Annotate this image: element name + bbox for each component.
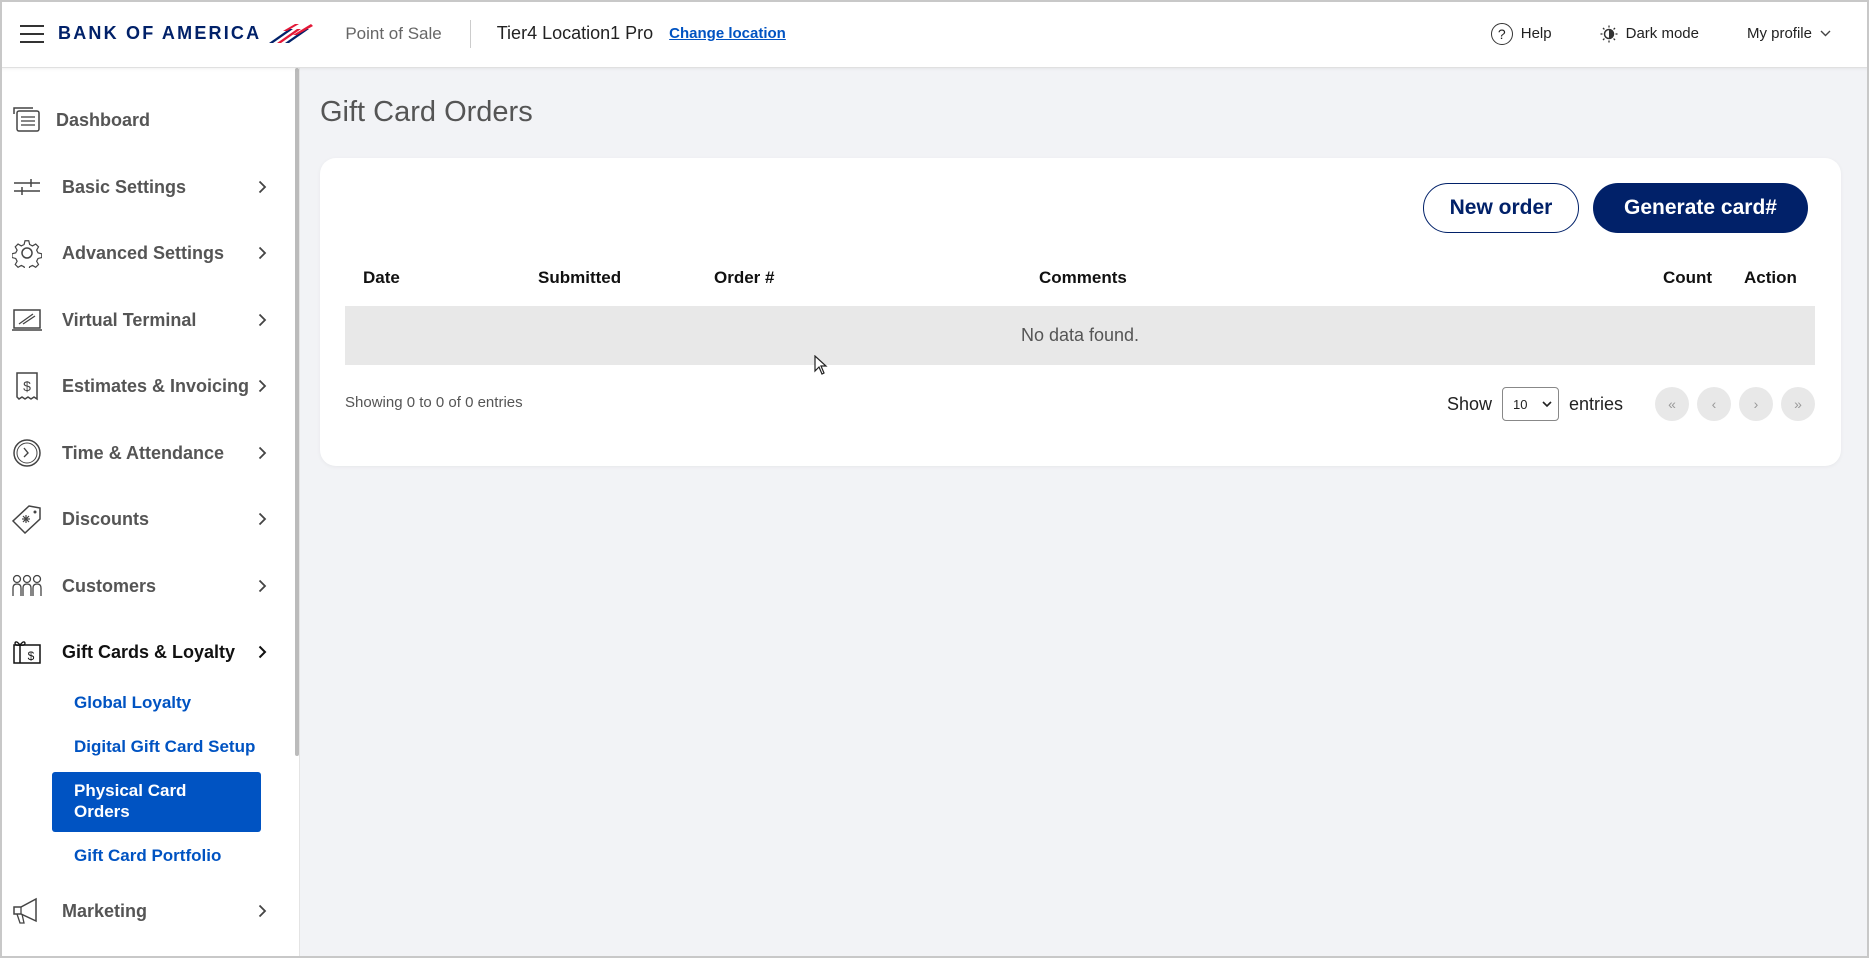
sidebar-item-label: Advanced Settings <box>62 242 225 263</box>
sidebar-item-dashboard[interactable]: Dashboard <box>0 92 296 148</box>
sidebar-subitem-global-loyalty[interactable]: Global Loyalty <box>74 693 191 713</box>
sidebar-subitem-physical-card-orders[interactable]: Physical Card Orders <box>52 772 261 832</box>
sidebar-item-estimates-invoicing[interactable]: $ Estimates & Invoicing <box>0 358 296 414</box>
sidebar-item-label: Dashboard <box>56 109 151 130</box>
last-page-button[interactable]: » <box>1781 387 1815 421</box>
sidebar-item-marketing[interactable]: Marketing <box>0 883 296 939</box>
help-button[interactable]: ? Help <box>1490 22 1552 45</box>
chevron-right-icon <box>258 246 267 260</box>
menu-icon[interactable] <box>20 24 44 43</box>
column-header-submitted[interactable]: Submitted <box>538 268 621 288</box>
chevron-right-icon <box>258 379 267 393</box>
sidebar-item-virtual-terminal[interactable]: Virtual Terminal <box>0 292 296 348</box>
chevron-right-icon <box>258 313 267 327</box>
sidebar-item-label: Time & Attendance <box>62 442 225 463</box>
chevron-right-icon <box>258 180 267 194</box>
empty-table-row: No data found. <box>345 306 1815 365</box>
sun-icon <box>1600 25 1618 42</box>
my-profile-label: My profile <box>1746 25 1812 42</box>
chevron-down-icon <box>1542 400 1552 407</box>
my-profile-menu[interactable]: My profile <box>1747 25 1831 42</box>
dark-mode-toggle[interactable]: Dark mode <box>1600 25 1699 43</box>
top-bar: BANK OF AMERICA Point of Sale Tier4 Loca… <box>0 0 1869 68</box>
clock-icon <box>12 438 42 468</box>
chevron-down-icon <box>1820 30 1831 37</box>
sidebar-subitem-digital-gift-card-setup[interactable]: Digital Gift Card Setup <box>74 737 255 757</box>
page-size-select[interactable]: 10 <box>1501 387 1559 421</box>
column-header-comments[interactable]: Comments <box>1039 268 1127 288</box>
column-header-count[interactable]: Count <box>1663 268 1712 288</box>
show-label: Show <box>1446 393 1492 414</box>
help-icon: ? <box>1490 22 1513 45</box>
sidebar-subitem-gift-card-portfolio[interactable]: Gift Card Portfolio <box>74 846 221 866</box>
sidebar-item-gift-cards-loyalty[interactable]: $ Gift Cards & Loyalty <box>0 624 296 680</box>
chevron-right-icon <box>258 512 267 526</box>
app-name: Point of Sale <box>345 23 442 43</box>
column-header-date[interactable]: Date <box>363 268 400 288</box>
tag-icon <box>12 504 42 534</box>
generate-card-button[interactable]: Generate card# <box>1593 183 1808 233</box>
entries-info: Showing 0 to 0 of 0 entries <box>345 394 523 411</box>
chevron-right-icon <box>258 645 267 659</box>
previous-page-button[interactable]: ‹ <box>1697 387 1731 421</box>
change-location-link[interactable]: Change location <box>669 25 786 42</box>
megaphone-icon <box>12 896 42 926</box>
sliders-icon <box>12 172 42 202</box>
header-divider <box>469 19 471 48</box>
sidebar: Dashboard Basic Settings Advanced Settin… <box>0 68 300 958</box>
dark-mode-label: Dark mode <box>1625 25 1699 42</box>
location-name: Tier4 Location1 Pro <box>496 23 654 43</box>
sidebar-item-customers[interactable]: Customers <box>0 558 296 614</box>
help-label: Help <box>1520 25 1552 42</box>
page-title: Gift Card Orders <box>320 96 533 128</box>
sidebar-item-label: Marketing <box>62 900 148 921</box>
invoice-icon: $ <box>12 371 42 401</box>
first-page-button[interactable]: « <box>1655 387 1689 421</box>
new-order-button[interactable]: New order <box>1423 183 1579 233</box>
sidebar-item-label: Basic Settings <box>62 176 187 197</box>
sidebar-item-label: Virtual Terminal <box>62 309 197 330</box>
sidebar-item-discounts[interactable]: Discounts <box>0 491 296 547</box>
empty-message: No data found. <box>1020 325 1140 345</box>
entries-label: entries <box>1568 393 1623 414</box>
bank-logo[interactable]: BANK OF AMERICA <box>58 23 314 45</box>
sidebar-item-basic-settings[interactable]: Basic Settings <box>0 159 296 215</box>
people-icon <box>12 571 42 601</box>
sidebar-item-label: Customers <box>62 575 157 596</box>
mouse-cursor-icon <box>814 355 828 375</box>
orders-card: New order Generate card# Date Submitted … <box>320 158 1841 466</box>
chevron-right-icon <box>258 904 267 918</box>
sidebar-item-advanced-settings[interactable]: Advanced Settings <box>0 225 296 281</box>
terminal-icon <box>12 305 42 335</box>
column-header-order-number[interactable]: Order # <box>714 268 774 288</box>
gift-card-icon: $ <box>12 637 42 667</box>
sidebar-item-label: Discounts <box>62 508 150 529</box>
brand-name: BANK OF AMERICA <box>58 23 262 43</box>
pagination: Show 10 entries « ‹ › » <box>1447 387 1815 421</box>
column-header-action[interactable]: Action <box>1744 268 1797 288</box>
sidebar-item-label: Estimates & Invoicing <box>62 375 250 396</box>
sidebar-item-label: Gift Cards & Loyalty <box>62 641 236 662</box>
sidebar-item-time-attendance[interactable]: Time & Attendance <box>0 425 296 481</box>
page-size-value: 10 <box>1512 396 1528 412</box>
flag-logo-icon <box>269 23 314 43</box>
svg-text:$: $ <box>28 649 35 663</box>
svg-text:$: $ <box>23 378 31 394</box>
chevron-right-icon <box>258 446 267 460</box>
dashboard-icon <box>12 105 42 135</box>
gear-icon <box>12 238 42 268</box>
chevron-right-icon <box>258 579 267 593</box>
next-page-button[interactable]: › <box>1739 387 1773 421</box>
